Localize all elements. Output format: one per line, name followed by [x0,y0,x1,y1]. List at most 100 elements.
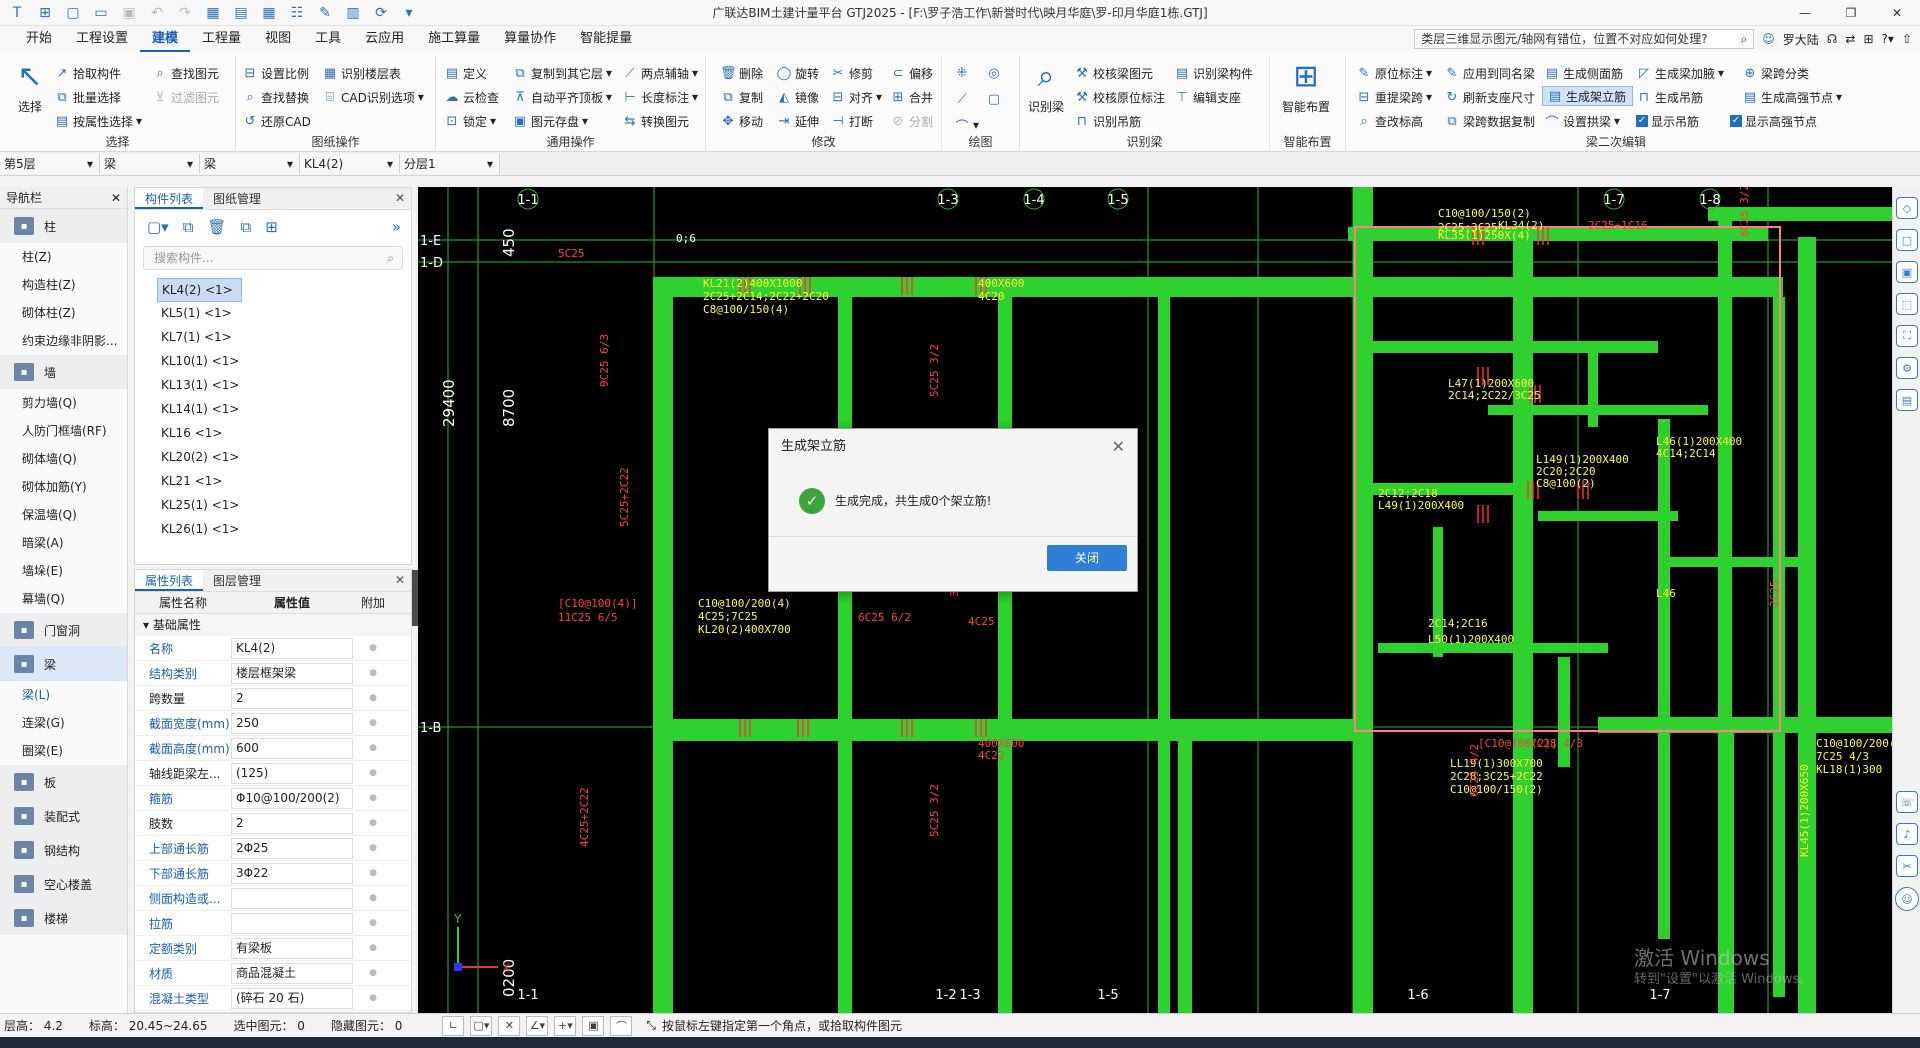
dynamic-input-icon[interactable]: ▣ [582,1015,605,1036]
nav-category-4[interactable]: ▪ 板 [0,765,127,799]
nav-item[interactable]: 暗梁(A) [0,529,127,557]
auto-align-top-button[interactable]: ⊼ 自动平齐顶板 ▾ [512,86,612,108]
menu-start[interactable]: 开始 [14,26,64,52]
two-point-axis-button[interactable]: ⟋ 两点辅轴 ▾ [622,62,698,84]
nav-item[interactable]: 人防门框墙(RF) [0,417,127,445]
length-mark-button[interactable]: ⊢ 长度标注 ▾ [622,86,698,108]
nav-category-3[interactable]: ▪ 梁 [0,647,127,681]
rotate-button[interactable]: ◯ 旋转 [776,62,819,84]
original-mark-button[interactable]: ✎ 原位标注 ▾ [1356,62,1433,84]
save-icon[interactable]: ▣ [116,2,142,24]
property-add-checkbox[interactable]: ● [353,843,393,853]
batch-select-button[interactable]: ⧉ 批量选择 [54,86,121,108]
scissors-icon[interactable]: ✂ [1896,855,1918,877]
set-scale-button[interactable]: ⊟ 设置比例 [242,62,309,84]
property-value[interactable]: (125) [231,762,353,784]
tab-drawing-management[interactable]: 图纸管理 [203,188,271,209]
user-name[interactable]: 罗大陆 [1783,31,1819,48]
delete-button[interactable]: 🗑 删除 [720,62,763,84]
property-add-checkbox[interactable]: ● [353,893,393,903]
property-value[interactable] [231,887,353,909]
offset-snap-icon[interactable]: +▾ [554,1015,577,1036]
draw-rotate-point-button[interactable]: ◎ [986,62,1002,84]
property-add-checkbox[interactable]: ● [353,743,393,753]
component-list-item[interactable]: KL10(1) <1> [135,350,411,374]
property-value[interactable]: 有梁板 [231,937,353,959]
gen-hanger-button[interactable]: ⊓ 生成吊筋 [1636,86,1703,108]
sync-icon[interactable]: ⟳ [368,2,394,24]
mic-icon[interactable]: ♪ [1896,823,1918,845]
nav-item[interactable]: 剪力墙(Q) [0,389,127,417]
subtype-select[interactable]: 梁 ▾ [200,153,300,174]
property-value[interactable]: 2Φ25 [231,837,353,859]
nav-item[interactable]: 约束边缘非阴影... [0,327,127,355]
offset-button[interactable]: ⊂ 偏移 [890,62,933,84]
dropdown-icon[interactable]: ▾ [396,2,422,24]
component-list-item[interactable]: KL21 <1> [135,470,411,494]
snap-icon[interactable]: ▢▾ [470,1015,493,1036]
drawing-canvas[interactable]: 1-1 1-3 1-4 1-5 1-7 1-8 1-1 1-2 1-3 1-5 1-6 1-7 1-E 1… [418,187,1892,1013]
type-select[interactable]: 梁 ▾ [100,153,200,174]
recognize-hanger-button[interactable]: ⊓ 识别吊筋 [1074,110,1141,132]
property-value[interactable] [231,912,353,934]
menu-tools[interactable]: 工具 [303,26,353,52]
redo-icon[interactable]: ↷ [172,2,198,24]
property-value[interactable]: 2 [231,687,353,709]
recognize-floor-table-button[interactable]: ▦ 识别楼层表 [322,62,401,84]
property-value[interactable]: 250 [231,712,353,734]
property-value[interactable]: 楼层框架梁 [231,662,353,684]
angle-icon[interactable]: ∠▾ [526,1015,549,1036]
copy-to-other-floor-button[interactable]: ⧉ 复制到其它层 ▾ [512,62,612,84]
component-list-item[interactable]: KL26(1) <1> [135,518,411,542]
check-beam-button[interactable]: ⚒ 校核梁图元 [1074,62,1153,84]
help-icon[interactable]: ?▾ [1882,32,1894,46]
gen-erect-rebar-button[interactable]: ▤ 生成架立筋 [1542,86,1634,106]
menu-smart-extract[interactable]: 智能提量 [568,26,644,52]
property-group[interactable]: ▾ 基础属性 [135,614,411,636]
nav-category-7[interactable]: ▪ 空心楼盖 [0,867,127,901]
nav-category-6[interactable]: ▪ 钢结构 [0,833,127,867]
member-select[interactable]: KL4(2) ▾ [300,153,400,174]
settings-icon[interactable]: ⚙ [1896,357,1918,379]
grid-icon[interactable]: ▦ [256,2,282,24]
close-icon[interactable]: ✕ [395,191,405,205]
rebar-icon[interactable]: ▥ [340,2,366,24]
property-add-checkbox[interactable]: ● [353,868,393,878]
restore-cad-button[interactable]: ↺ 还原CAD [242,110,311,132]
define-button[interactable]: ▤ 定义 [444,62,487,84]
span-data-copy-button[interactable]: ⧉ 梁跨数据复制 [1444,110,1535,132]
sort-icon[interactable]: ⊞ [265,218,278,236]
tab-layer-management[interactable]: 图层管理 [203,570,271,591]
align-button[interactable]: ⊟ 对齐 ▾ [830,86,883,108]
table-icon[interactable]: ☷ [284,2,310,24]
fit-view-icon[interactable]: ⛶ [1896,325,1918,347]
nav-item[interactable]: 构造柱(Z) [0,271,127,299]
menu-project-settings[interactable]: 工程设置 [64,26,140,52]
component-list-item[interactable]: KL13(1) <1> [135,374,411,398]
apply-same-name-button[interactable]: ✎ 应用到同名梁 [1444,62,1535,84]
gen-side-rebar-button[interactable]: ▤ 生成侧面筋 [1544,62,1623,84]
nav-item[interactable]: 砌体加筋(Y) [0,473,127,501]
recognize-beam-member-button[interactable]: ▤ 识别梁构件 [1174,62,1253,84]
component-list-item[interactable]: KL20(2) <1> [135,446,411,470]
menu-cloud[interactable]: 云应用 [353,26,416,52]
dialog-close-button[interactable]: 关闭 [1047,545,1127,571]
nav-category-0[interactable]: ▪ 柱 [0,209,127,243]
property-value[interactable]: KL4(2) [231,637,353,659]
app-logo-icon[interactable]: T [4,2,30,24]
view-3d-icon[interactable]: ◇ [1896,197,1918,219]
nav-item[interactable]: 柱(Z) [0,243,127,271]
layer-select[interactable]: 分层1 ▾ [400,153,500,174]
component-list-item[interactable]: KL7(1) <1> [135,326,411,350]
ortho-icon[interactable]: ∟ [442,1015,465,1036]
nav-item[interactable]: 保温墙(Q) [0,501,127,529]
property-add-checkbox[interactable]: ● [353,643,393,653]
headset-icon[interactable]: ☊ [1827,32,1838,46]
tab-property-list[interactable]: 属性列表 [135,570,204,591]
view-cube-icon[interactable]: ▣ [1896,261,1918,283]
recognize-beam-big-button[interactable]: ⌕ 识别梁 [1022,60,1070,115]
menu-modeling[interactable]: 建模 [140,26,191,52]
beam-span-classify-button[interactable]: ⊕ 梁跨分类 [1742,62,1809,84]
arrow-up-icon[interactable]: ⇧ [1902,32,1912,46]
property-add-checkbox[interactable]: ● [353,818,393,828]
